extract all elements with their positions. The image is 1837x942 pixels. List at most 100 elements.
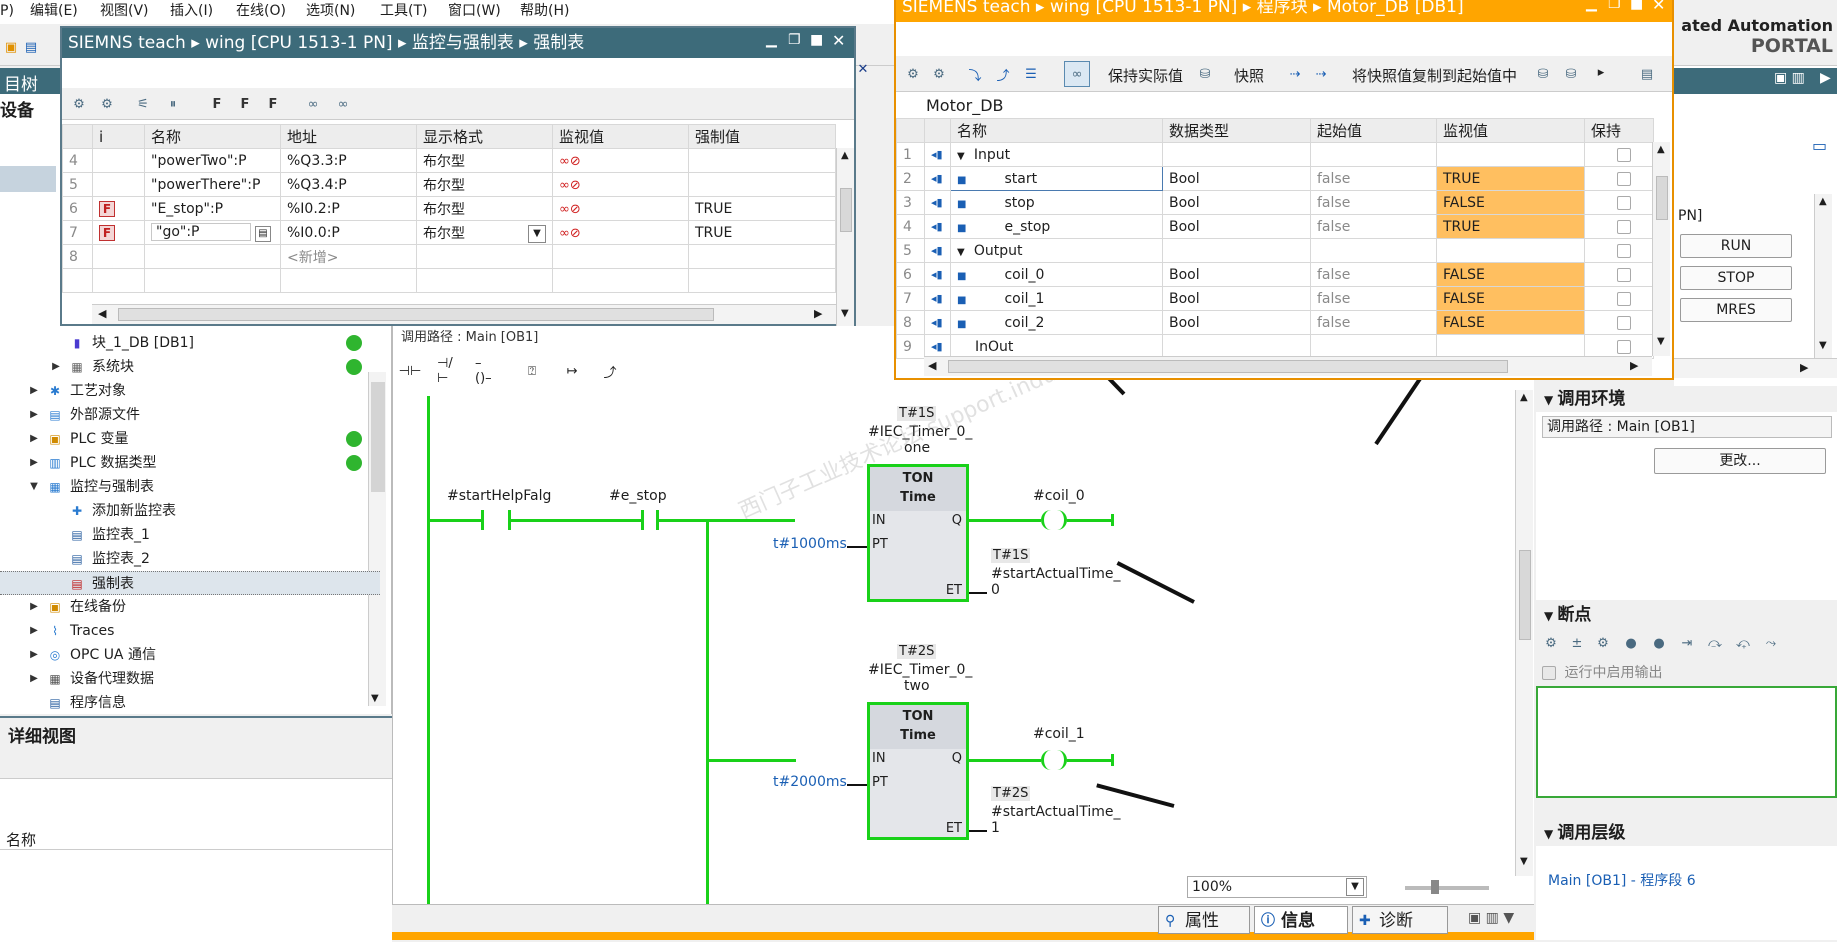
snapshot-label[interactable]: 快照	[1234, 65, 1264, 86]
var-name[interactable]: ■ stop	[950, 190, 1163, 215]
n1-contact2[interactable]	[641, 510, 659, 530]
tree-item-watch-table-2[interactable]: ▤ 监控表_2	[0, 547, 380, 571]
editor-vscroll[interactable]: ▲ ▼	[1515, 390, 1533, 876]
collapse-arrow-icon[interactable]: ▼	[1544, 609, 1557, 623]
display-format[interactable]: 布尔型 ▼	[416, 220, 553, 245]
bp-run-icon[interactable]: ●	[1648, 632, 1670, 654]
maximize-icon[interactable]: ■	[810, 32, 823, 48]
display-format[interactable]	[416, 244, 553, 269]
tree-item-db1[interactable]: ▮ 块_1_DB [DB1]	[0, 331, 380, 355]
var-name[interactable]: ■ coil_1	[950, 286, 1163, 311]
n1-coil[interactable]	[1041, 510, 1067, 530]
expand-arrow-icon[interactable]: ▶	[50, 355, 62, 379]
menu-online[interactable]: 在线(O)	[236, 0, 286, 22]
hscroll-thumb[interactable]	[948, 360, 1508, 373]
list-icon[interactable]: ☰	[1020, 63, 1042, 85]
right-vscroll[interactable]: ▲ ▼	[1814, 194, 1832, 358]
var-name[interactable]: ▼ Input	[950, 142, 1163, 167]
var-name[interactable]: ■ coil_2	[950, 310, 1163, 335]
menu-edit[interactable]: 编辑(E)	[30, 0, 78, 22]
table-row[interactable]: 4 "powerTwo":P %Q3.3:P 布尔型 ∞⊘	[62, 148, 836, 173]
tree-item-program-info[interactable]: ▤ 程序信息	[0, 691, 380, 715]
tree-item-watch-table-1[interactable]: ▤ 监控表_1	[0, 523, 380, 547]
retain[interactable]	[1584, 334, 1654, 359]
tree-item-opcua[interactable]: ▶ ◎ OPC UA 通信	[0, 643, 380, 667]
change-button[interactable]: 更改...	[1654, 448, 1826, 474]
var-name[interactable]: InOut	[950, 334, 1163, 359]
expand-arrow-icon[interactable]: ▶	[28, 427, 40, 451]
expand-arrow-icon[interactable]: ▶	[28, 619, 40, 643]
menu-options[interactable]: 选项(N)	[306, 0, 355, 22]
tag-browse-icon[interactable]: ▤	[255, 226, 271, 242]
table-row[interactable]: 8 <新增>	[62, 244, 836, 269]
force-f1-icon[interactable]: F	[234, 93, 256, 115]
table-row[interactable]: 4 ◂▮ ■ e_stop Bool false TRUE	[896, 214, 1654, 239]
table-row[interactable]: 3 ◂▮ ■ stop Bool false FALSE	[896, 190, 1654, 215]
force-table-vscroll[interactable]: ▲ ▼	[836, 148, 854, 326]
collapse-arrow-icon[interactable]: ▼	[1544, 393, 1557, 407]
scroll-down-icon[interactable]: ▼	[1819, 340, 1827, 351]
tree-item-system-blocks[interactable]: ▶ ▦ 系统块	[0, 355, 380, 379]
restore-icon[interactable]: ❐	[788, 32, 801, 48]
scroll-down-icon[interactable]: ▼	[1657, 336, 1665, 347]
add-new-placeholder[interactable]: <新增>	[280, 244, 417, 269]
retain[interactable]	[1584, 214, 1654, 239]
maximize-icon[interactable]: ■	[1630, 0, 1643, 12]
monitor-all-icon[interactable]: ⚙	[68, 93, 90, 115]
force-table-titlebar[interactable]: SIEMNS teach ▸ wing [CPU 1513-1 PN] ▸ 监控…	[62, 28, 854, 58]
collapse-arrow-icon[interactable]: ▼	[957, 151, 968, 162]
table-row[interactable]: 6 ◂▮ ■ coil_0 Bool false FALSE	[896, 262, 1654, 287]
start-value[interactable]	[1310, 142, 1437, 167]
retain[interactable]	[1584, 262, 1654, 287]
expand-all-icon[interactable]: ⤵	[964, 63, 986, 85]
tag-address[interactable]: %Q3.3:P	[280, 148, 417, 173]
zoom-dropdown-icon[interactable]: ▼	[1346, 878, 1364, 896]
start-value[interactable]: false	[1310, 214, 1437, 239]
bp-step-out-icon[interactable]: ⤽	[1732, 632, 1754, 654]
scroll-up-icon[interactable]: ▲	[841, 150, 849, 161]
tree-item-traces[interactable]: ▶ ⌇ Traces	[0, 619, 380, 643]
var-name[interactable]: ▼ Output	[950, 238, 1163, 263]
bp-step-over-icon[interactable]: ⤼	[1704, 632, 1726, 654]
layout-icon[interactable]: ▣ ▥	[1774, 70, 1805, 86]
glasses-icon[interactable]: ∞	[302, 93, 324, 115]
tag-address[interactable]: %Q3.4:P	[280, 172, 417, 197]
tab-diagnostics[interactable]: ✚ 诊断	[1352, 906, 1448, 934]
scroll-up-icon[interactable]: ▲	[1657, 144, 1665, 155]
detail-view-title[interactable]: 详细视图	[8, 722, 76, 747]
display-format[interactable]: 布尔型	[416, 148, 553, 173]
expand-arrow-icon[interactable]: ▶	[28, 451, 40, 475]
table-row[interactable]: 5 ◂▮ ▼ Output	[896, 238, 1654, 263]
open-branch-icon[interactable]: ↦	[561, 360, 583, 382]
tree-item-watch-force-tables[interactable]: ▼ ▦ 监控与强制表	[0, 475, 380, 499]
stop-button[interactable]: STOP	[1680, 266, 1792, 290]
tag-name[interactable]: "powerTwo":P	[144, 148, 281, 173]
force-f2-icon[interactable]: F	[262, 93, 284, 115]
retain[interactable]	[1584, 238, 1654, 263]
var-name[interactable]: ■ start	[950, 166, 1163, 191]
start-value[interactable]	[1310, 334, 1437, 359]
monitor-once-icon[interactable]: ⚙	[96, 93, 118, 115]
zoom-slider[interactable]	[1405, 880, 1489, 894]
save-icon[interactable]: ▤	[20, 36, 42, 58]
var-type[interactable]	[1162, 142, 1311, 167]
expand-arrow-icon[interactable]: ▶	[28, 595, 40, 619]
display-format[interactable]: 布尔型	[416, 196, 553, 221]
bp-continue-icon[interactable]: ⤳	[1760, 632, 1782, 654]
menu-window[interactable]: 窗口(W)	[448, 0, 501, 22]
tag-name-editing[interactable]: "go":P ▤	[144, 220, 281, 245]
monitor-glasses-icon[interactable]: ∞	[1064, 61, 1090, 87]
tree-item-add-watch-table[interactable]: ✚ 添加新监控表	[0, 499, 380, 523]
var-type[interactable]: Bool	[1162, 286, 1311, 311]
add-row-icon[interactable]: ⚙	[928, 63, 950, 85]
force-f-icon[interactable]: F	[206, 93, 228, 115]
no-contact-icon[interactable]: ⊣⊢	[399, 360, 422, 382]
enable-output-checkbox[interactable]	[1542, 666, 1556, 680]
start-value[interactable]: false	[1310, 190, 1437, 215]
var-name[interactable]: ■ e_stop	[950, 214, 1163, 239]
collapse-arrow-icon[interactable]: ▼	[957, 247, 968, 258]
tag-name[interactable]: "E_stop":P	[144, 196, 281, 221]
n1-pt-value[interactable]: t#1000ms	[773, 536, 847, 552]
panel-expand-icon[interactable]: ▶	[1820, 70, 1831, 86]
run-button[interactable]: RUN	[1680, 234, 1792, 258]
